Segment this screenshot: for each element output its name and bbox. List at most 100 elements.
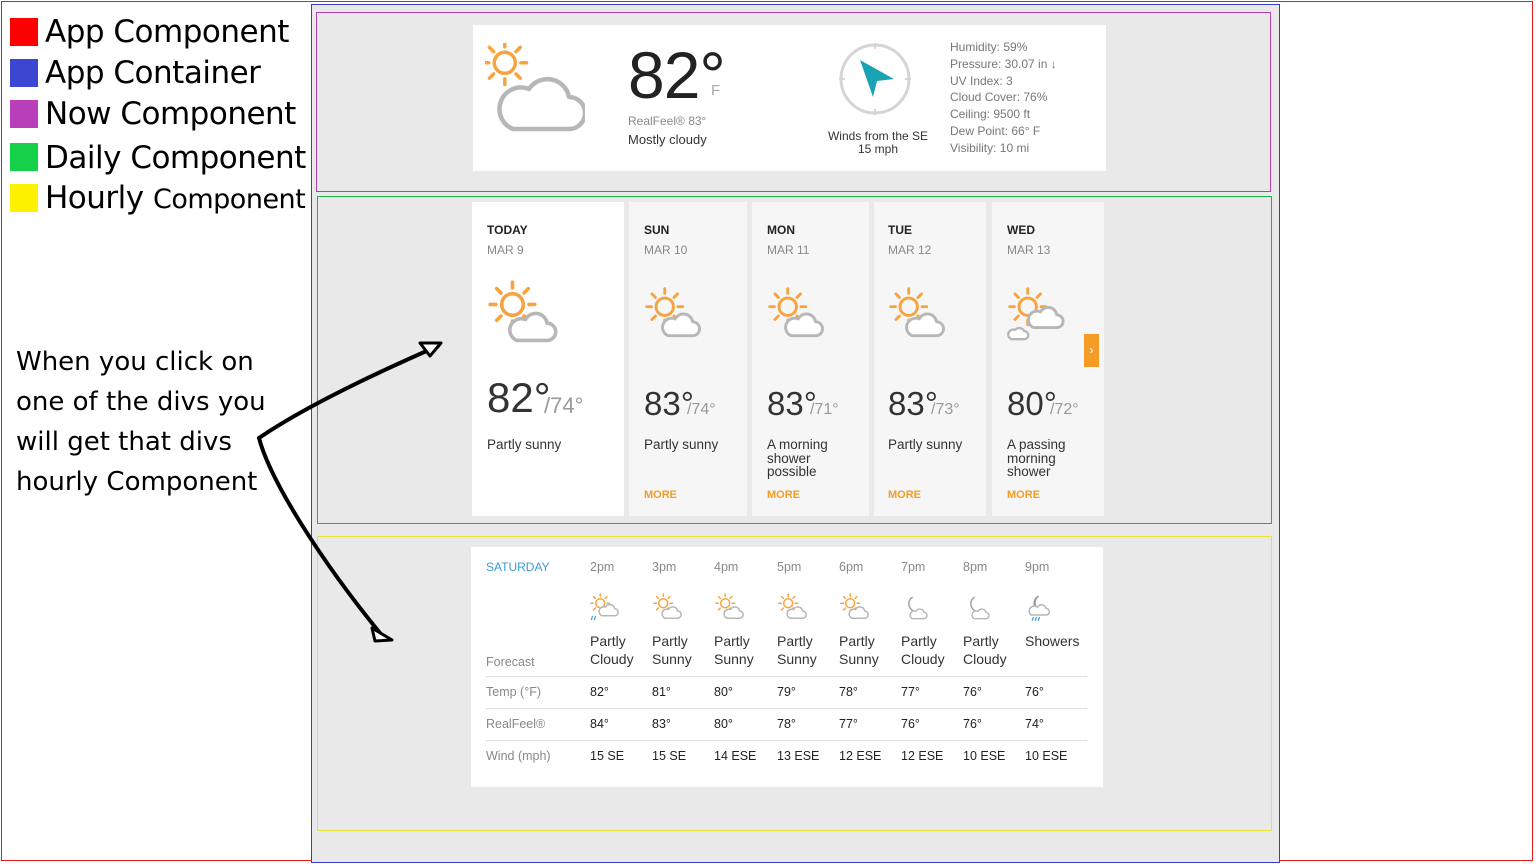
row-divider [486, 708, 1087, 709]
hour-phrase-line: Partly [963, 633, 999, 649]
realfeel-cell: 80° [714, 717, 733, 731]
realfeel-cell: 76° [963, 717, 982, 731]
realfeel-cell: 78° [777, 717, 796, 731]
day-card-mon[interactable]: MON MAR 11 83° /71° A morning shower pos… [752, 202, 869, 516]
more-link[interactable]: MORE [644, 489, 677, 501]
next-days-button[interactable]: › [1084, 334, 1099, 367]
legend-label: Hourly Component [45, 180, 306, 216]
day-card-tue[interactable]: TUE MAR 12 83° /73° Partly sunny MORE [874, 202, 986, 516]
more-link[interactable]: MORE [888, 489, 921, 501]
temperature-unit: F [711, 82, 721, 99]
row-label-realfeel: RealFeel® [486, 717, 546, 731]
hour-phrase-line: Partly [652, 633, 688, 649]
compass-icon [839, 43, 911, 115]
more-link[interactable]: MORE [1007, 489, 1040, 501]
hour-time: 8pm [963, 560, 988, 574]
hour-phrase: Partly Cloudy [963, 632, 1007, 668]
partly-sunny-icon [777, 593, 809, 623]
hour-phrase-line: Sunny [652, 651, 692, 667]
hour-time: 9pm [1025, 560, 1050, 574]
row-label-wind: Wind (mph) [486, 749, 551, 763]
legend-app-component: App Component [10, 14, 310, 55]
realfeel-value: RealFeel® 83° [628, 114, 707, 128]
detail-humidity: Humidity: 59% [950, 40, 1028, 54]
day-card-sun[interactable]: SUN MAR 10 83° /74° Partly sunny MORE [629, 202, 747, 516]
realfeel-cell: 74° [1025, 717, 1044, 731]
day-date: MAR 11 [767, 243, 810, 257]
hour-time: 3pm [652, 560, 677, 574]
swatch-blue [10, 59, 38, 87]
row-divider [486, 740, 1087, 741]
hour-phrase-line: Cloudy [590, 651, 634, 667]
day-low: /74° [544, 393, 584, 418]
temp-cell: 82° [590, 685, 609, 699]
day-phrase-line: Partly sunny [487, 437, 562, 452]
more-link[interactable]: MORE [767, 489, 800, 501]
moon-cloud-icon [970, 596, 990, 620]
hour-phrase-line: Cloudy [901, 651, 945, 667]
day-phrase-line: morning [1007, 450, 1056, 466]
partly-cloudy-icon [485, 43, 585, 132]
temp-cell: 76° [963, 685, 982, 699]
day-phrase-line: A passing [1007, 437, 1066, 452]
hour-phrase: Partly Sunny [777, 632, 817, 668]
day-phrase: Partly sunny [644, 438, 718, 452]
wind-speed: 15 mph [857, 142, 899, 156]
temp-cell: 78° [839, 685, 858, 699]
realfeel-cell: 77° [839, 717, 858, 731]
hour-phrase: Partly Sunny [652, 632, 692, 668]
day-phrase: Partly sunny [888, 438, 962, 452]
hour-phrase: Showers [1025, 632, 1079, 650]
day-phrase-line: A morning [767, 437, 828, 452]
legend-label-main: Daily [45, 140, 121, 176]
partly-sunny-icon [485, 280, 563, 352]
wind-cell: 13 ESE [777, 749, 820, 763]
hourly-day-label: SATURDAY [486, 560, 550, 574]
legend-label: App Container [45, 55, 261, 91]
hour-phrase-line: Cloudy [963, 651, 1007, 667]
partly-sunny-icon [643, 287, 705, 345]
legend: App Component App Container Now Componen… [10, 14, 310, 221]
partly-cloudy-rain-icon [589, 593, 621, 623]
detail-pressure: Pressure: 30.07 in ↓ [950, 56, 1057, 71]
wind-cell: 10 ESE [963, 749, 1006, 763]
legend-label: Daily Component [45, 140, 306, 176]
sun-cloud-shower-icon [1006, 287, 1068, 345]
legend-app-container: App Container [10, 55, 310, 96]
day-card-today[interactable]: TODAY MAR 9 82° /74° Partly sunny [472, 202, 624, 516]
legend-now-component: Now Component [10, 96, 310, 137]
day-low: /71° [810, 401, 839, 418]
swatch-red [10, 18, 38, 46]
legend-label-small: Component [130, 140, 306, 176]
hour-phrase-line: Partly [777, 633, 813, 649]
temp-cell: 77° [901, 685, 920, 699]
day-high: 82° [487, 374, 551, 421]
wind-info: Winds from the SE 15 mph [813, 130, 943, 156]
day-low: /72° [1050, 401, 1079, 418]
day-phrase-line: Partly sunny [888, 437, 963, 452]
hour-time: 4pm [714, 560, 739, 574]
temp-cell: 79° [777, 685, 796, 699]
temp-cell: 76° [1025, 685, 1044, 699]
detail-uv-index: UV Index: 3 [950, 73, 1013, 88]
day-date: MAR 12 [888, 243, 932, 257]
hour-phrase: Partly Cloudy [901, 632, 945, 668]
note-line: hourly Component [16, 467, 258, 497]
hour-phrase: Partly Sunny [714, 632, 754, 668]
realfeel-cell: 84° [590, 717, 609, 731]
now-card: 82° F RealFeel® 83° Mostly cloudy Winds … [473, 25, 1106, 171]
hour-phrase-line: Sunny [714, 651, 754, 667]
row-divider [486, 676, 1087, 677]
hour-time: 5pm [777, 560, 802, 574]
day-name: WED [1007, 223, 1035, 237]
moon-cloud-icon [908, 596, 928, 620]
hour-phrase: Partly Sunny [839, 632, 879, 668]
temp-cell: 80° [714, 685, 733, 699]
temp-cell: 81° [652, 685, 671, 699]
swatch-yellow [10, 184, 38, 212]
legend-label-small: Component [153, 184, 306, 215]
legend-hourly-component: Hourly Component [10, 180, 310, 221]
partly-sunny-icon [652, 593, 684, 623]
day-phrase-line: Partly sunny [644, 437, 719, 452]
note-line: will get that divs [16, 427, 232, 457]
